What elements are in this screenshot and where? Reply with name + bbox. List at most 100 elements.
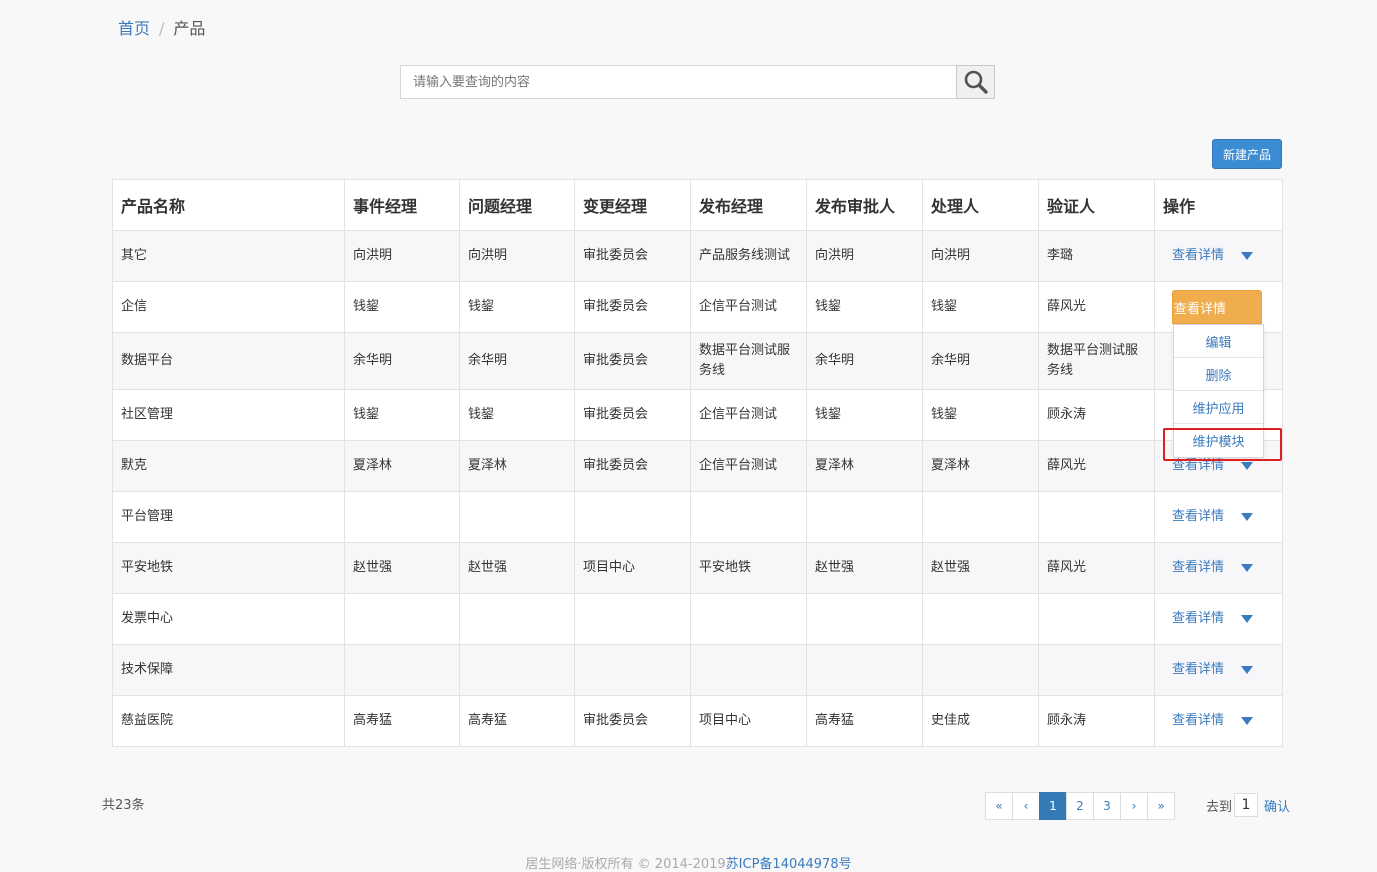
header-problem-manager: 问题经理 bbox=[459, 179, 575, 231]
copyright-text: 居生网络·版权所有 © 2014-2019 bbox=[525, 857, 726, 872]
page-2-button[interactable]: 2 bbox=[1066, 792, 1094, 820]
goto-confirm-button[interactable]: 确认 bbox=[1264, 796, 1290, 815]
header-release-approver: 发布审批人 bbox=[806, 179, 923, 231]
search-icon bbox=[964, 70, 988, 94]
cell-product-name: 技术保障 bbox=[112, 644, 345, 696]
caret-down-icon[interactable] bbox=[1241, 513, 1254, 521]
menu-item-delete[interactable]: 删除 bbox=[1174, 358, 1263, 391]
cell-problem-manager bbox=[459, 593, 575, 645]
footer-copyright: 居生网络·版权所有 © 2014-2019苏ICP备14044978号 bbox=[0, 853, 1377, 872]
cell-release-manager bbox=[690, 491, 807, 543]
goto-label: 去到 bbox=[1206, 799, 1233, 815]
cell-problem-manager: 余华明 bbox=[459, 332, 575, 390]
table-row: 慈益医院 高寿猛 高寿猛 审批委员会 项目中心 高寿猛 史佳成 顾永涛 查看详情 bbox=[112, 695, 1283, 747]
caret-down-icon[interactable] bbox=[1241, 615, 1254, 623]
cell-change-manager: 审批委员会 bbox=[574, 281, 691, 333]
view-details-link[interactable]: 查看详情 bbox=[1172, 711, 1224, 731]
cell-problem-manager: 钱鋆 bbox=[459, 281, 575, 333]
pagination: « ‹ 1 2 3 › » bbox=[985, 792, 1175, 820]
goto-page-input[interactable] bbox=[1234, 793, 1259, 817]
caret-down-icon[interactable] bbox=[1241, 666, 1254, 674]
cell-product-name: 数据平台 bbox=[112, 332, 345, 390]
last-page-button[interactable]: » bbox=[1147, 792, 1175, 820]
cell-problem-manager: 赵世强 bbox=[459, 542, 575, 594]
cell-product-name: 发票中心 bbox=[112, 593, 345, 645]
menu-item-edit[interactable]: 编辑 bbox=[1174, 325, 1263, 358]
cell-verifier: 顾永涛 bbox=[1038, 389, 1155, 441]
table-row: 企信 钱鋆 钱鋆 审批委员会 企信平台测试 钱鋆 钱鋆 薛风光 bbox=[112, 281, 1283, 333]
page-1-button[interactable]: 1 bbox=[1039, 792, 1067, 820]
cell-actions: 查看详情 bbox=[1154, 491, 1283, 543]
row-actions: 查看详情 bbox=[1163, 711, 1274, 731]
prev-page-button[interactable]: ‹ bbox=[1012, 792, 1040, 820]
page-3-button[interactable]: 3 bbox=[1093, 792, 1121, 820]
view-details-link[interactable]: 查看详情 bbox=[1172, 558, 1224, 578]
cell-actions: 查看详情 bbox=[1154, 593, 1283, 645]
table-header-row: 产品名称 事件经理 问题经理 变更经理 发布经理 发布审批人 处理人 验证人 操… bbox=[112, 179, 1283, 231]
menu-item-maintain-apps[interactable]: 维护应用 bbox=[1174, 391, 1263, 424]
cell-problem-manager: 向洪明 bbox=[459, 230, 575, 282]
header-handler: 处理人 bbox=[922, 179, 1039, 231]
cell-actions: 查看详情 bbox=[1154, 230, 1283, 282]
table-row: 社区管理 钱鋆 钱鋆 审批委员会 企信平台测试 钱鋆 钱鋆 顾永涛 bbox=[112, 389, 1283, 441]
breadcrumb-home-link[interactable]: 首页 bbox=[118, 19, 150, 38]
cell-change-manager bbox=[574, 491, 691, 543]
cell-change-manager: 审批委员会 bbox=[574, 440, 691, 492]
cell-product-name: 平安地铁 bbox=[112, 542, 345, 594]
table-row: 数据平台 余华明 余华明 审批委员会 数据平台测试服务线 余华明 余华明 数据平台测试服务线 bbox=[112, 332, 1283, 390]
cell-handler bbox=[922, 593, 1039, 645]
cell-release-approver: 钱鋆 bbox=[806, 389, 923, 441]
view-details-link[interactable]: 查看详情 bbox=[1172, 660, 1224, 680]
cell-handler: 夏泽林 bbox=[922, 440, 1039, 492]
cell-actions: 查看详情 bbox=[1154, 542, 1283, 594]
view-details-dropdown-button[interactable]: 查看详情 bbox=[1172, 290, 1262, 324]
breadcrumb-separator: / bbox=[159, 19, 165, 38]
view-details-link[interactable]: 查看详情 bbox=[1172, 246, 1224, 266]
search-input[interactable] bbox=[400, 65, 956, 99]
cell-product-name: 社区管理 bbox=[112, 389, 345, 441]
cell-change-manager bbox=[574, 644, 691, 696]
table-row: 其它 向洪明 向洪明 审批委员会 产品服务线测试 向洪明 向洪明 李璐 查看详情 bbox=[112, 230, 1283, 282]
first-page-button[interactable]: « bbox=[985, 792, 1013, 820]
cell-change-manager: 审批委员会 bbox=[574, 332, 691, 390]
cell-release-approver: 赵世强 bbox=[806, 542, 923, 594]
cell-change-manager: 审批委员会 bbox=[574, 695, 691, 747]
view-details-link[interactable]: 查看详情 bbox=[1172, 507, 1224, 527]
header-verifier: 验证人 bbox=[1038, 179, 1155, 231]
cell-incident-manager bbox=[344, 491, 460, 543]
cell-change-manager: 审批委员会 bbox=[574, 230, 691, 282]
cell-problem-manager bbox=[459, 644, 575, 696]
cell-handler: 史佳成 bbox=[922, 695, 1039, 747]
new-product-button[interactable]: 新建产品 bbox=[1212, 139, 1282, 169]
cell-incident-manager: 余华明 bbox=[344, 332, 460, 390]
caret-down-icon[interactable] bbox=[1241, 564, 1254, 572]
table-row: 默克 夏泽林 夏泽林 审批委员会 企信平台测试 夏泽林 夏泽林 薛风光 查看详情 bbox=[112, 440, 1283, 492]
cell-incident-manager: 向洪明 bbox=[344, 230, 460, 282]
cell-handler: 向洪明 bbox=[922, 230, 1039, 282]
total-count: 共23条 bbox=[102, 798, 145, 813]
next-page-button[interactable]: › bbox=[1120, 792, 1148, 820]
caret-down-icon[interactable] bbox=[1241, 717, 1254, 725]
cell-problem-manager: 高寿猛 bbox=[459, 695, 575, 747]
cell-verifier: 薛风光 bbox=[1038, 281, 1155, 333]
cell-verifier: 薛风光 bbox=[1038, 440, 1155, 492]
cell-actions: 查看详情 bbox=[1154, 695, 1283, 747]
row-actions: 查看详情 bbox=[1163, 507, 1274, 527]
cell-actions: 查看详情 bbox=[1154, 644, 1283, 696]
cell-release-manager: 数据平台测试服务线 bbox=[690, 332, 807, 390]
caret-down-icon[interactable] bbox=[1241, 462, 1254, 470]
cell-incident-manager: 夏泽林 bbox=[344, 440, 460, 492]
search-bar bbox=[400, 65, 995, 99]
row-actions: 查看详情 bbox=[1163, 558, 1274, 578]
cell-release-manager bbox=[690, 644, 807, 696]
cell-product-name: 平台管理 bbox=[112, 491, 345, 543]
cell-change-manager bbox=[574, 593, 691, 645]
icp-link[interactable]: 苏ICP备14044978号 bbox=[726, 857, 852, 872]
view-details-link[interactable]: 查看详情 bbox=[1172, 609, 1224, 629]
header-release-manager: 发布经理 bbox=[690, 179, 807, 231]
cell-release-manager: 企信平台测试 bbox=[690, 440, 807, 492]
cell-problem-manager: 钱鋆 bbox=[459, 389, 575, 441]
search-button[interactable] bbox=[956, 65, 995, 99]
caret-down-icon[interactable] bbox=[1241, 252, 1254, 260]
cell-release-approver bbox=[806, 593, 923, 645]
